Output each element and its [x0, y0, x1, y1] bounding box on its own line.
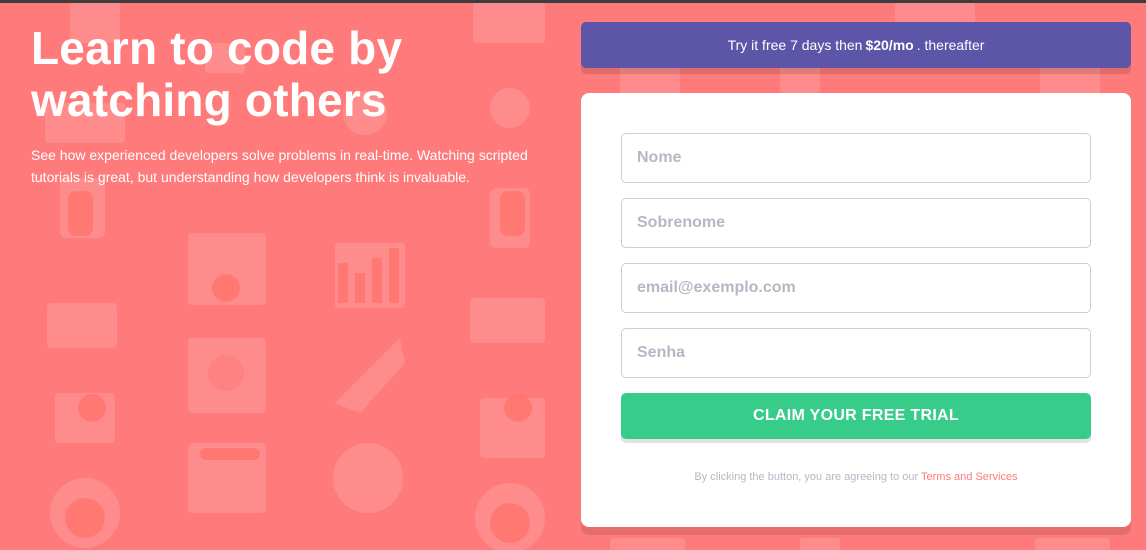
- promo-suffix: . thereafter: [916, 37, 985, 53]
- terms-link[interactable]: Terms and Services: [921, 471, 1018, 483]
- top-border: [0, 0, 1146, 3]
- email-input[interactable]: [621, 263, 1091, 313]
- password-input[interactable]: [621, 328, 1091, 378]
- signup-form: CLAIM YOUR FREE TRIAL By clicking the bu…: [581, 93, 1131, 527]
- hero-title-line-1: Learn to code by: [31, 22, 403, 74]
- claim-free-trial-button[interactable]: CLAIM YOUR FREE TRIAL: [621, 393, 1091, 439]
- promo-price: $20/mo: [865, 37, 914, 53]
- hero-section: Learn to code by watching others See how…: [31, 22, 561, 188]
- last-name-input[interactable]: [621, 198, 1091, 248]
- terms-notice: By clicking the button, you are agreeing…: [581, 471, 1131, 483]
- hero-description: See how experienced developers solve pro…: [31, 147, 528, 185]
- terms-prefix: By clicking the button, you are agreeing…: [694, 471, 919, 483]
- promo-banner: Try it free 7 days then $20/mo . thereaf…: [581, 22, 1131, 68]
- promo-prefix: Try it free 7 days then: [727, 37, 863, 53]
- first-name-input[interactable]: [621, 133, 1091, 183]
- hero-title-line-2: watching others: [31, 74, 387, 126]
- hero-title: Learn to code by watching others: [31, 22, 561, 126]
